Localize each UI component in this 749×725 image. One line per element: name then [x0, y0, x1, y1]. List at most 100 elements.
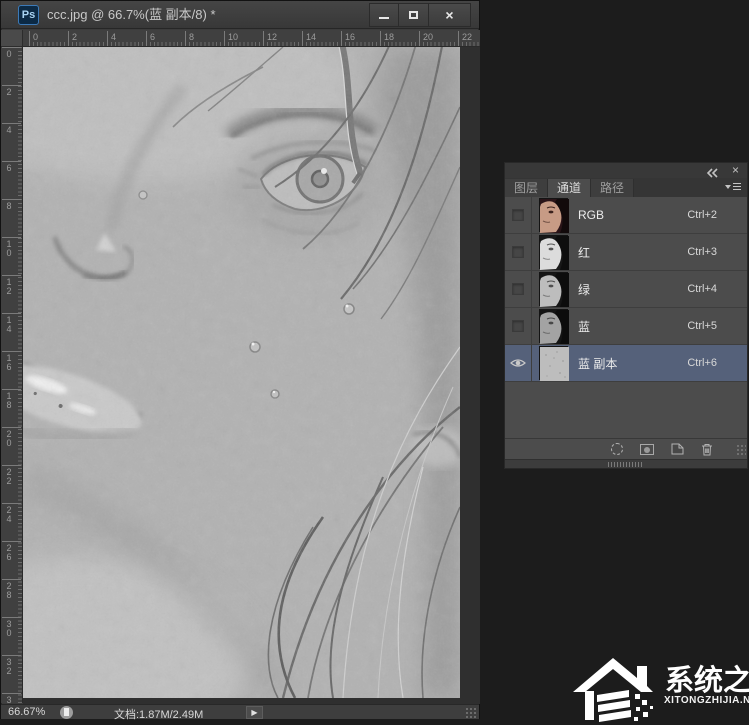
scrollbar-grip[interactable]: [608, 462, 644, 467]
tab-layers[interactable]: 图层: [505, 179, 549, 197]
ruler-mark: 0: [29, 31, 38, 46]
visibility-toggle-rgb[interactable]: [505, 197, 532, 233]
ruler-mark: 26: [2, 541, 21, 563]
window-resize-grip[interactable]: [465, 707, 477, 718]
channel-thumbnail-rgb[interactable]: [539, 198, 569, 233]
ruler-mark: 10: [224, 31, 238, 46]
channel-shortcut: Ctrl+4: [687, 283, 717, 295]
ruler-mark: 30: [2, 617, 21, 639]
title-bar[interactable]: Ps ccc.jpg @ 66.7%(蓝 副本/8) * ×: [1, 1, 479, 29]
document-size-info: 文档:1.87M/2.49M: [114, 709, 204, 721]
visibility-toggle-green[interactable]: [505, 271, 532, 307]
ruler-mark: 12: [2, 275, 21, 297]
save-selection-icon: [640, 443, 654, 455]
ruler-corner[interactable]: [1, 30, 23, 47]
panel-button-bar: [505, 438, 747, 459]
ruler-mark: 22: [2, 465, 21, 487]
ruler-mark: 2: [2, 85, 21, 98]
channel-row-green[interactable]: 绿 Ctrl+4: [505, 271, 747, 308]
load-selection-button[interactable]: [611, 443, 623, 455]
channel-name: 蓝: [578, 319, 591, 334]
xitongzhijia-logo-icon: [573, 658, 653, 722]
ruler-mark: 20: [2, 427, 21, 449]
save-selection-as-channel-button[interactable]: [640, 443, 654, 455]
channel-name: 绿: [578, 282, 591, 297]
photoshop-workspace: Ps ccc.jpg @ 66.7%(蓝 副本/8) * × 0 2 4 6 8 10 12…: [0, 0, 749, 725]
ruler-mark: 6: [2, 161, 21, 174]
channel-thumbnail-green[interactable]: [539, 272, 569, 307]
channel-shortcut: Ctrl+3: [687, 246, 717, 258]
ruler-mark: 32: [2, 655, 21, 677]
status-flyout-button[interactable]: ▶: [246, 706, 263, 719]
ruler-mark: 24: [2, 503, 21, 525]
panel-scrollbar[interactable]: [505, 459, 747, 468]
empty-visibility-well: [512, 209, 524, 221]
ruler-mark: 4: [107, 31, 116, 46]
panel-empty-area: [505, 382, 747, 438]
window-controls: ×: [369, 3, 471, 27]
panel-header[interactable]: ×: [505, 163, 747, 178]
panel-menu-icon[interactable]: [725, 182, 741, 192]
ruler-mark: 12: [263, 31, 277, 46]
ruler-mark: 8: [2, 199, 21, 212]
visibility-toggle-blue-copy[interactable]: [505, 345, 532, 381]
ruler-mark: 4: [2, 123, 21, 136]
empty-visibility-well: [512, 320, 524, 332]
panel-tab-bar: 图层 通道 路径: [505, 178, 747, 197]
maximize-icon: [409, 11, 418, 19]
canvas-area[interactable]: [23, 47, 480, 704]
channel-row-blue-copy[interactable]: 蓝 副本 Ctrl+6: [505, 345, 747, 382]
document-title: ccc.jpg @ 66.7%(蓝 副本/8) *: [47, 7, 216, 22]
tab-paths[interactable]: 路径: [591, 179, 635, 197]
channel-thumbnail-red[interactable]: [539, 235, 569, 270]
channel-name: 蓝 副本: [578, 356, 618, 371]
vertical-ruler[interactable]: 0246810121416182022242628303234: [1, 47, 23, 713]
channel-row-red[interactable]: 红 Ctrl+3: [505, 234, 747, 271]
close-panel-icon[interactable]: ×: [732, 164, 739, 176]
watermark-subtitle: XITONGZHIJIA.NET: [664, 695, 749, 706]
ruler-mark: 2: [68, 31, 77, 46]
empty-visibility-well: [512, 283, 524, 295]
empty-visibility-well: [512, 246, 524, 258]
face-channel-image: [23, 47, 466, 704]
channel-shortcut: Ctrl+2: [687, 209, 717, 221]
visibility-toggle-red[interactable]: [505, 234, 532, 270]
channel-row-blue[interactable]: 蓝 Ctrl+5: [505, 308, 747, 345]
channels-panel: × 图层 通道 路径 RGB Ctrl+2 红 Ctrl+3 绿 Ctrl+4 蓝 Ctrl+…: [504, 162, 748, 469]
close-button[interactable]: ×: [429, 3, 471, 27]
channel-thumbnail-blue-copy[interactable]: [539, 346, 569, 381]
horizontal-ruler[interactable]: 0 2 4 6 8 10 12 14 16 18 20 22: [23, 30, 480, 47]
eye-icon: [510, 359, 526, 367]
channel-thumbnail-blue[interactable]: [539, 309, 569, 344]
document-status-icon[interactable]: [60, 706, 73, 719]
channel-shortcut: Ctrl+5: [687, 320, 717, 332]
ruler-mark: 22: [458, 31, 472, 46]
status-bar: 66.67% 文档:1.87M/2.49M ▶: [1, 704, 479, 721]
ruler-mark: 20: [419, 31, 433, 46]
channel-name: 红: [578, 245, 591, 260]
minimize-button[interactable]: [369, 3, 399, 27]
new-channel-icon: [671, 443, 684, 455]
delete-channel-button[interactable]: [701, 443, 713, 456]
zoom-level-field[interactable]: 66.67%: [8, 706, 45, 718]
ruler-mark: 18: [2, 389, 21, 411]
tab-channels[interactable]: 通道: [548, 179, 592, 197]
channel-row-rgb[interactable]: RGB Ctrl+2: [505, 197, 747, 234]
ruler-mark: 16: [341, 31, 355, 46]
channel-name: RGB: [578, 208, 605, 222]
ruler-mark: 18: [380, 31, 394, 46]
channel-list: RGB Ctrl+2 红 Ctrl+3 绿 Ctrl+4 蓝 Ctrl+5 蓝 副本 Ctrl+6: [505, 197, 747, 382]
new-channel-button[interactable]: [671, 443, 684, 455]
dashed-circle-icon: [611, 443, 623, 455]
document-window: Ps ccc.jpg @ 66.7%(蓝 副本/8) * × 0 2 4 6 8 10 12…: [0, 0, 480, 721]
ruler-mark: 0: [2, 47, 21, 60]
ruler-mark: 14: [2, 313, 21, 335]
canvas-image[interactable]: [23, 47, 466, 704]
watermark-title: 系统之家: [665, 665, 749, 697]
panel-resize-grip[interactable]: [736, 444, 746, 456]
ruler-mark: 16: [2, 351, 21, 373]
maximize-button[interactable]: [399, 3, 429, 27]
minimize-icon: [379, 17, 389, 19]
visibility-toggle-blue[interactable]: [505, 308, 532, 344]
trash-icon: [702, 443, 712, 455]
